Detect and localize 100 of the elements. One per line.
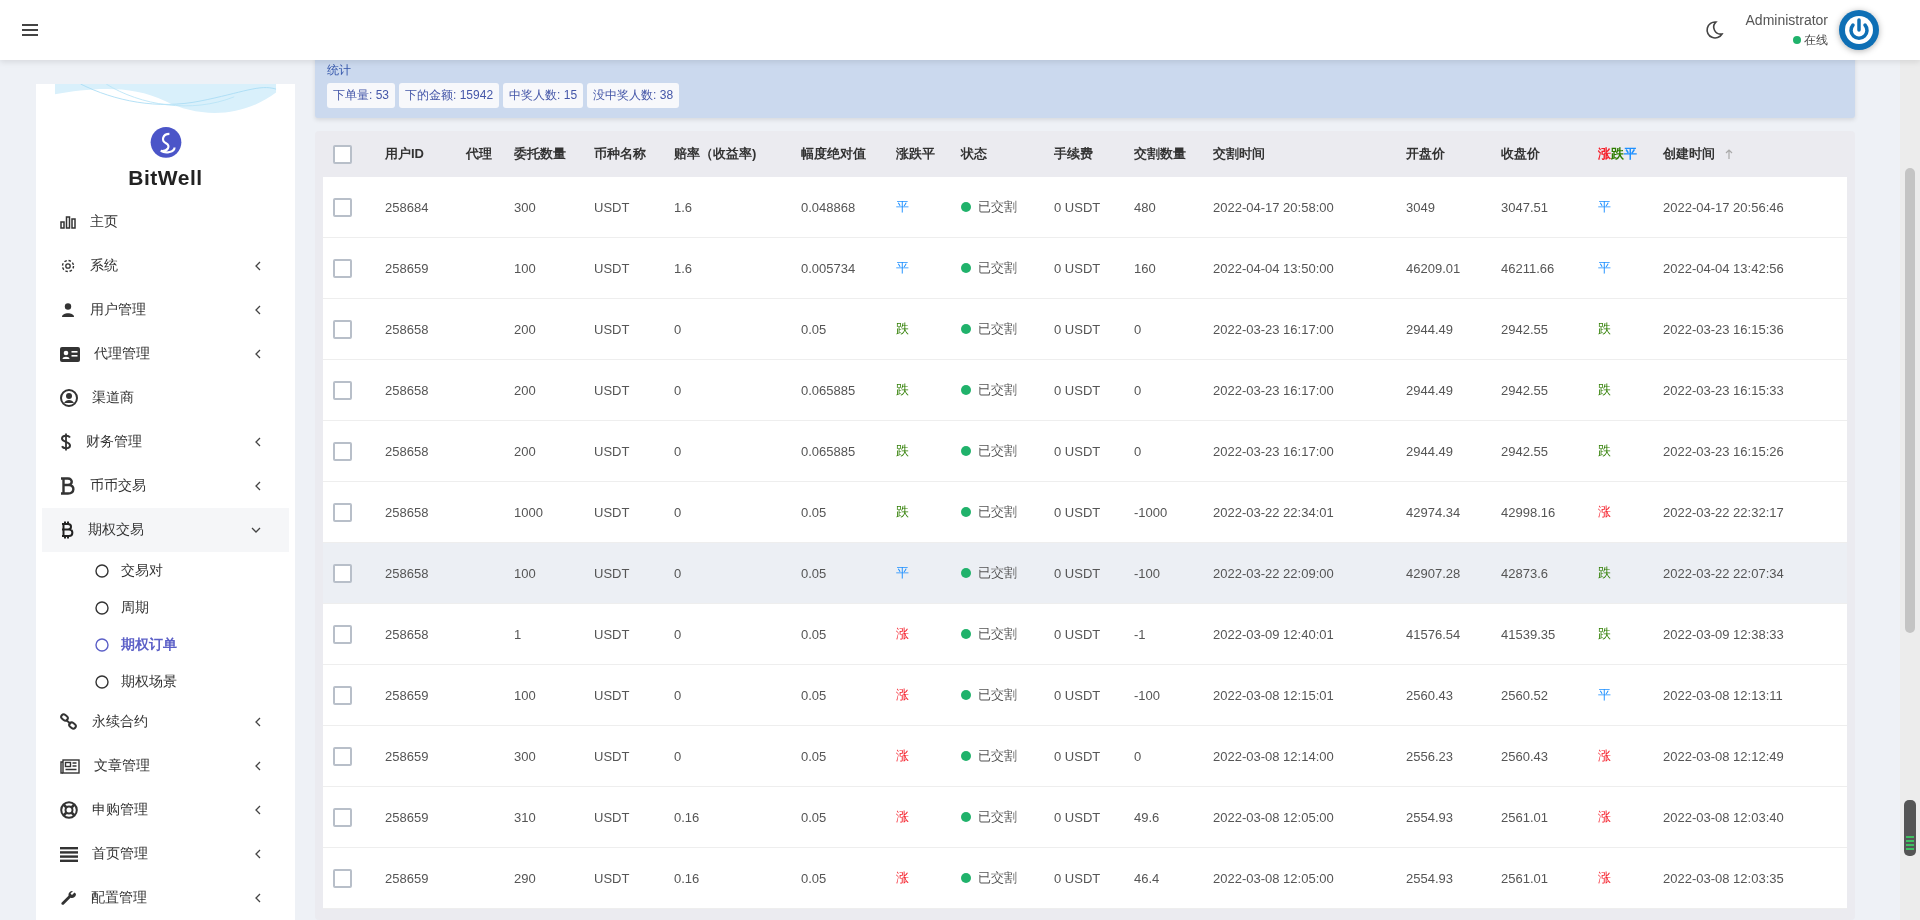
settle-time-cell-text: 2022-04-04 13:50:00 [1213, 260, 1335, 276]
submenu-item[interactable]: 交易对 [36, 552, 295, 589]
chevron-left-icon [255, 305, 261, 315]
submenu-item[interactable]: 期权订单 [36, 626, 295, 663]
status-cell: 已交割 [978, 503, 1017, 521]
chevron-left-icon [255, 481, 261, 491]
amplitude-cell-text: 0.065885 [801, 443, 857, 459]
column-header[interactable]: 涨跌平 [1598, 145, 1663, 163]
table-row[interactable]: 258659 100 USDT 1.6 0.005734 平 已交割 0 USDT 160 2022-04-04 13:50:00 46209.01 46211.66 平 2022-04-04 13:42:56 [323, 238, 1847, 299]
scrollbar[interactable] [1900, 60, 1920, 920]
nav-item[interactable]: 财务管理 [42, 420, 289, 464]
column-header[interactable]: 交割数量 [1134, 145, 1213, 163]
quantity-cell-text: 100 [514, 687, 537, 703]
column-header[interactable]: 收盘价 [1501, 145, 1598, 163]
nav-item[interactable]: 系统 [42, 244, 289, 288]
battery-icon[interactable] [1904, 800, 1916, 856]
table-row[interactable]: 258658 100 USDT 0 0.05 平 已交割 0 USDT -100 2022-03-22 22:09:00 42907.28 42873.6 跌 2022-03-22 22:07:34 [323, 543, 1847, 604]
nav-item[interactable]: 期权交易 [42, 508, 289, 552]
close-price-cell-text: 2561.01 [1501, 870, 1549, 886]
row-checkbox[interactable] [333, 502, 352, 522]
nav-item[interactable]: 用户管理 [42, 288, 289, 332]
nav-item[interactable]: 首页管理 [42, 832, 289, 876]
column-header[interactable]: 开盘价 [1406, 145, 1501, 163]
status-cell: 已交割 [978, 381, 1017, 399]
result-cell-text: 平 [1598, 198, 1612, 216]
row-checkbox[interactable] [333, 563, 352, 583]
menu-icon[interactable] [22, 23, 38, 37]
created-time-cell-text: 2022-03-08 12:12:49 [1663, 748, 1785, 764]
table-row[interactable]: 258684 300 USDT 1.6 0.048868 平 已交割 0 USDT 480 2022-04-17 20:58:00 3049 3047.51 平 2022-04-17 20:56:46 [323, 177, 1847, 238]
row-checkbox[interactable] [333, 624, 352, 644]
row-checkbox[interactable] [333, 380, 352, 400]
row-checkbox[interactable] [333, 685, 352, 705]
select-all-checkbox[interactable] [333, 144, 352, 164]
id-card-icon [60, 346, 80, 362]
column-header[interactable]: 代理 [466, 145, 514, 163]
result-cell-text: 跌 [1598, 320, 1612, 338]
settle-time-cell-text: 2022-03-08 12:05:00 [1213, 809, 1335, 825]
sort-arrow-icon[interactable] [1725, 149, 1733, 159]
user-id-cell-text: 258658 [385, 565, 430, 581]
user-id-cell-text: 258659 [385, 870, 430, 886]
nav-item[interactable]: 配置管理 [42, 876, 289, 920]
close-price-cell-text: 2942.55 [1501, 382, 1549, 398]
nav-item[interactable]: 币币交易 [42, 464, 289, 508]
row-checkbox[interactable] [333, 807, 352, 827]
column-header[interactable]: 手续费 [1054, 145, 1134, 163]
table-row[interactable]: 258659 300 USDT 0 0.05 涨 已交割 0 USDT 0 2022-03-08 12:14:00 2556.23 2560.43 涨 2022-03-08 12:12:49 [323, 726, 1847, 787]
submenu-item[interactable]: 周期 [36, 589, 295, 626]
column-header[interactable]: 用户ID [385, 145, 466, 163]
column-header[interactable]: 创建时间 [1663, 145, 1715, 163]
coin-cell-text: USDT [594, 260, 631, 276]
coin-cell-text: USDT [594, 565, 631, 581]
rate-cell-text: 0 [674, 748, 683, 764]
status-dot-icon [961, 812, 971, 822]
table-row[interactable]: 258658 200 USDT 0 0.05 跌 已交割 0 USDT 0 2022-03-23 16:17:00 2944.49 2942.55 跌 2022-03-23 16:15:36 [323, 299, 1847, 360]
row-checkbox[interactable] [333, 197, 352, 217]
row-checkbox[interactable] [333, 258, 352, 278]
status-dot-icon [961, 263, 971, 273]
settle-time-cell-text: 2022-04-17 20:58:00 [1213, 199, 1335, 215]
table-row[interactable]: 258659 310 USDT 0.16 0.05 涨 已交割 0 USDT 49.6 2022-03-08 12:05:00 2554.93 2561.01 涨 2022-03-08 12:03:40 [323, 787, 1847, 848]
column-header[interactable]: 状态 [961, 145, 1054, 163]
column-header[interactable]: 赔率（收益率) [674, 145, 801, 163]
row-checkbox[interactable] [333, 868, 352, 888]
table-row[interactable]: 258659 290 USDT 0.16 0.05 涨 已交割 0 USDT 46.4 2022-03-08 12:05:00 2554.93 2561.01 涨 2022-03-08 12:03:35 [323, 848, 1847, 909]
settle-quantity-cell-text: -100 [1134, 565, 1162, 581]
nav-item[interactable]: 渠道商 [42, 376, 289, 420]
table-row[interactable]: 258658 200 USDT 0 0.065885 跌 已交割 0 USDT 0 2022-03-23 16:17:00 2944.49 2942.55 跌 2022-03-23 16:15:33 [323, 360, 1847, 421]
result-cell-text: 涨 [1598, 808, 1612, 826]
settle-time-cell-text: 2022-03-23 16:17:00 [1213, 382, 1335, 398]
coin-cell-text: USDT [594, 504, 631, 520]
table-row[interactable]: 258659 100 USDT 0 0.05 涨 已交割 0 USDT -100 2022-03-08 12:15:01 2560.43 2560.52 平 2022-03-08 12:13:11 [323, 665, 1847, 726]
column-header[interactable]: 涨跌平 [896, 145, 961, 163]
online-status: 在线 [1793, 31, 1828, 49]
table-row[interactable]: 258658 1 USDT 0 0.05 涨 已交割 0 USDT -1 2022-03-09 12:40:01 41576.54 41539.35 跌 2022-03-09 12:38:33 [323, 604, 1847, 665]
chevron-left-icon [255, 349, 261, 359]
coin-cell-text: USDT [594, 687, 631, 703]
status-dot-icon [961, 324, 971, 334]
row-checkbox[interactable] [333, 441, 352, 461]
status-cell: 已交割 [978, 564, 1017, 582]
created-time-cell-text: 2022-03-22 22:32:17 [1663, 504, 1785, 520]
table-row[interactable]: 258658 200 USDT 0 0.065885 跌 已交割 0 USDT 0 2022-03-23 16:17:00 2944.49 2942.55 跌 2022-03-23 16:15:26 [323, 421, 1847, 482]
nav-item[interactable]: 主页 [42, 200, 289, 244]
submenu-item[interactable]: 期权场景 [36, 663, 295, 700]
nav-item[interactable]: 文章管理 [42, 744, 289, 788]
wrench-icon [60, 889, 77, 907]
quantity-cell-text: 200 [514, 321, 537, 337]
column-header[interactable]: 幅度绝对值 [801, 145, 896, 163]
column-header[interactable]: 币种名称 [594, 145, 674, 163]
nav-item[interactable]: 代理管理 [42, 332, 289, 376]
row-checkbox[interactable] [333, 319, 352, 339]
column-header[interactable]: 委托数量 [514, 145, 594, 163]
column-header[interactable]: 交割时间 [1213, 145, 1406, 163]
avatar-icon[interactable] [1838, 9, 1880, 51]
nav-item[interactable]: 申购管理 [42, 788, 289, 832]
moon-icon[interactable] [1703, 20, 1724, 40]
scrollbar-thumb[interactable] [1905, 168, 1915, 633]
rate-cell-text: 0 [674, 443, 683, 459]
settle-quantity-cell-text: -100 [1134, 687, 1162, 703]
nav-item[interactable]: 永续合约 [42, 700, 289, 744]
row-checkbox[interactable] [333, 746, 352, 766]
status-dot-icon [961, 751, 971, 761]
